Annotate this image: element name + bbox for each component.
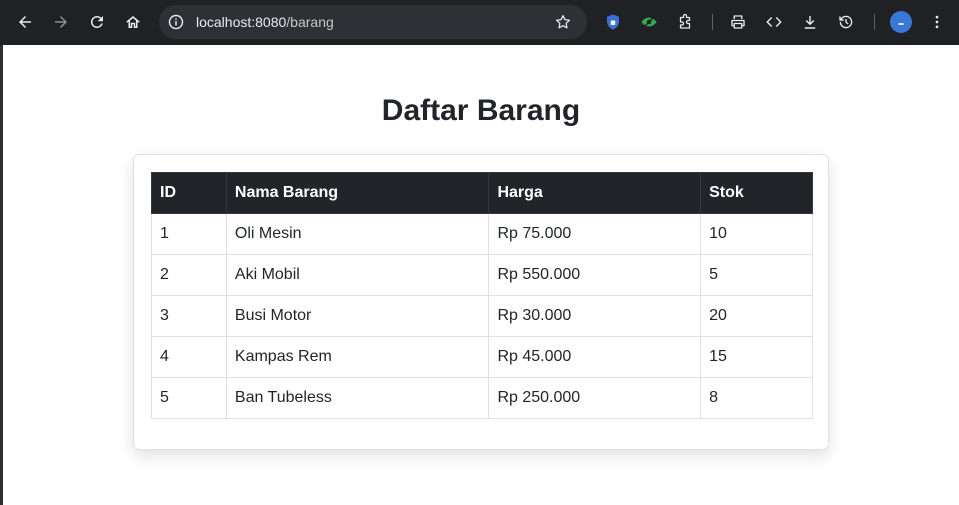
print-icon	[731, 15, 745, 29]
cell-harga: Rp 75.000	[488, 213, 702, 255]
cell-harga: Rp 550.000	[488, 254, 702, 296]
history-icon	[839, 15, 853, 29]
eye-extension-button[interactable]	[639, 12, 659, 32]
page-title: Daftar Barang	[381, 94, 581, 127]
toolbar-separator	[874, 14, 875, 30]
table-row: 4 Kampas Rem Rp 45.000 15	[151, 336, 813, 378]
profile-avatar[interactable]	[890, 11, 912, 33]
cell-stok: 10	[700, 213, 813, 255]
toolbar-separator	[712, 14, 713, 30]
cell-harga: Rp 250.000	[488, 377, 702, 419]
forward-button[interactable]	[49, 10, 73, 34]
address-url[interactable]: localhost:8080/barang	[196, 14, 334, 30]
header-harga: Harga	[488, 172, 702, 214]
cell-id: 1	[151, 213, 227, 255]
bookmark-star-icon[interactable]	[554, 13, 572, 31]
cell-id: 4	[151, 336, 227, 378]
cell-harga: Rp 30.000	[488, 295, 702, 337]
cell-stok: 20	[700, 295, 813, 337]
extensions-button[interactable]	[675, 12, 695, 32]
table-row: 5 Ban Tubeless Rp 250.000 8	[151, 377, 813, 419]
cell-stok: 5	[700, 254, 813, 296]
cell-stok: 8	[700, 377, 813, 419]
cell-stok: 15	[700, 336, 813, 378]
site-info-icon[interactable]	[168, 14, 184, 30]
reload-button[interactable]	[85, 10, 109, 34]
cell-harga: Rp 45.000	[488, 336, 702, 378]
print-button[interactable]	[728, 12, 748, 32]
cell-nama-barang: Busi Motor	[225, 295, 490, 337]
url-path: /barang	[286, 14, 334, 30]
cell-nama-barang: Oli Mesin	[225, 213, 490, 255]
table-row: 1 Oli Mesin Rp 75.000 10	[151, 213, 813, 255]
download-icon	[804, 16, 816, 29]
browser-toolbar: localhost:8080/barang	[0, 0, 959, 45]
shield-extension-button[interactable]	[603, 12, 623, 32]
avatar-mark	[898, 23, 904, 25]
view-source-button[interactable]	[764, 12, 784, 32]
home-button[interactable]	[121, 10, 145, 34]
extensions-puzzle-icon	[679, 13, 691, 29]
home-icon	[126, 16, 140, 28]
cell-id: 2	[151, 254, 227, 296]
header-id: ID	[151, 172, 227, 214]
cell-nama-barang: Aki Mobil	[225, 254, 490, 296]
header-nama-barang: Nama Barang	[225, 172, 490, 214]
url-host: localhost:8080	[196, 14, 287, 30]
table-row: 2 Aki Mobil Rp 550.000 5	[151, 254, 813, 296]
menu-dots-icon	[935, 15, 939, 29]
forward-arrow-icon	[55, 16, 67, 28]
reload-icon	[90, 15, 103, 28]
cell-id: 3	[151, 295, 227, 337]
eye-extension-icon	[641, 16, 657, 28]
header-stok: Stok	[700, 172, 813, 214]
cell-nama-barang: Kampas Rem	[225, 336, 490, 378]
downloads-button[interactable]	[800, 12, 820, 32]
table-header-row: ID Nama Barang Harga Stok	[151, 172, 813, 214]
table-card: ID Nama Barang Harga Stok 1 Oli Mesin Rp…	[133, 154, 829, 450]
browser-menu-button[interactable]	[927, 12, 947, 32]
table-row: 3 Busi Motor Rp 30.000 20	[151, 295, 813, 337]
back-arrow-icon	[19, 16, 31, 28]
history-button[interactable]	[836, 12, 856, 32]
address-bar[interactable]: localhost:8080/barang	[159, 5, 587, 39]
code-icon	[766, 16, 782, 28]
back-button[interactable]	[13, 10, 37, 34]
shield-extension-icon	[607, 14, 619, 30]
items-table: ID Nama Barang Harga Stok 1 Oli Mesin Rp…	[151, 172, 813, 419]
cell-id: 5	[151, 377, 227, 419]
cell-nama-barang: Ban Tubeless	[225, 377, 490, 419]
